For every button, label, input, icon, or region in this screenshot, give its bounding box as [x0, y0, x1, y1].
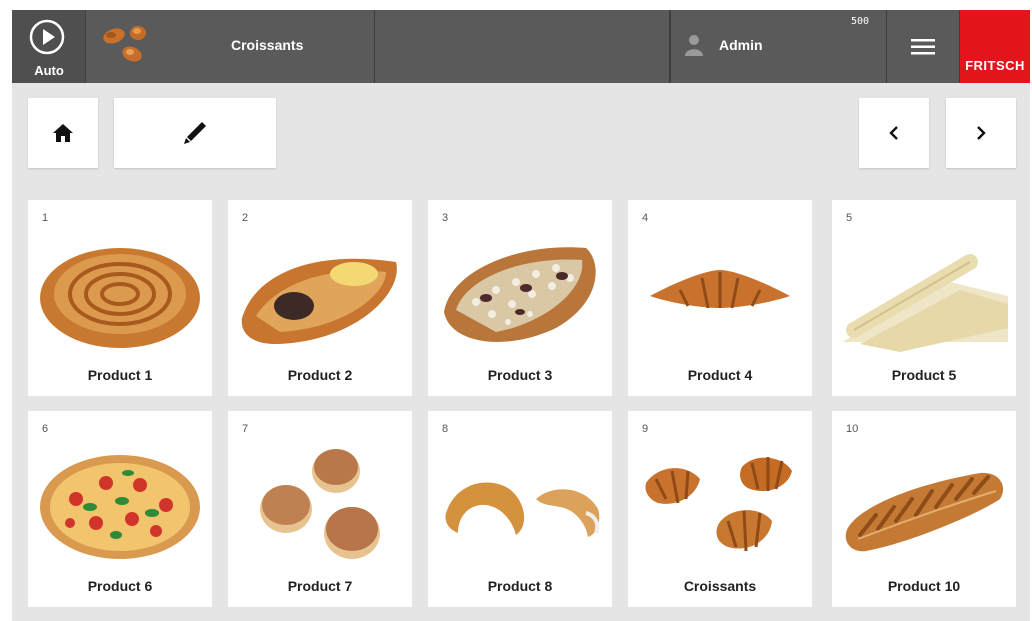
- play-circle-icon: [29, 19, 65, 55]
- top-bar: Auto Croissants Admin 500 FRITSCH: [12, 10, 1030, 83]
- nut-topped-pastry-image: [444, 247, 596, 342]
- cinnamon-swirl-pastry-image: [40, 248, 200, 348]
- product-tile-3[interactable]: 3 Product 3: [428, 200, 612, 396]
- brand-logo: FRITSCH: [960, 10, 1030, 83]
- product-number: 9: [642, 423, 649, 435]
- croissant-icon: [103, 26, 146, 62]
- product-name: Product 2: [287, 367, 353, 383]
- auto-mode-button[interactable]: Auto: [12, 10, 86, 83]
- counter-value: 500: [851, 16, 870, 27]
- pizza-image: [40, 455, 200, 559]
- home-icon: [53, 124, 73, 142]
- product-number: 8: [442, 423, 449, 435]
- chevron-left-icon: [889, 126, 898, 140]
- product-tile-4[interactable]: 4 Product 4: [628, 200, 812, 396]
- product-number: 10: [846, 423, 859, 435]
- user-account-button[interactable]: Admin 500: [670, 10, 887, 83]
- product-number: 4: [642, 212, 649, 224]
- product-name: Product 10: [887, 578, 961, 594]
- product-name: Product 8: [487, 578, 553, 594]
- previous-page-button[interactable]: [859, 98, 929, 168]
- product-tile-5[interactable]: 5 Product 5: [832, 200, 1016, 396]
- home-button[interactable]: [28, 98, 98, 168]
- pencil-icon: [184, 122, 206, 144]
- current-product-selector[interactable]: Croissants: [86, 10, 375, 83]
- croissant-image: [650, 270, 790, 309]
- main-menu-button[interactable]: [887, 10, 960, 83]
- product-number: 5: [846, 212, 853, 224]
- product-tile-7[interactable]: 7 Product 7: [228, 411, 412, 607]
- braided-strudel-image: [845, 472, 1004, 552]
- product-tile-8[interactable]: 8 Product 8: [428, 411, 612, 607]
- product-tile-9[interactable]: 9 Croissants: [628, 411, 812, 607]
- brand-name: FRITSCH: [965, 58, 1025, 73]
- product-name: Product 5: [891, 367, 957, 383]
- product-number: 7: [242, 423, 249, 435]
- product-name: Product 3: [487, 367, 553, 383]
- dough-sheet-rolls-image: [842, 254, 1008, 352]
- next-page-button[interactable]: [946, 98, 1016, 168]
- user-name: Admin: [719, 37, 763, 53]
- product-tile-6[interactable]: 6 Product 6: [28, 411, 212, 607]
- chevron-right-icon: [977, 126, 986, 140]
- product-name: Croissants: [683, 578, 757, 594]
- product-name: Product 7: [287, 578, 353, 594]
- doughnuts-image: [260, 449, 380, 559]
- filled-danish-pastry-image: [241, 258, 397, 344]
- product-name: Product 4: [687, 367, 753, 383]
- croissants-image: [645, 457, 792, 552]
- product-name: Product 6: [87, 578, 153, 594]
- product-name: Product 1: [87, 367, 153, 383]
- product-number: 1: [42, 212, 49, 224]
- product-tile-2[interactable]: 2 Product 2: [228, 200, 412, 396]
- topbar-spacer: [375, 10, 670, 83]
- hamburger-menu-icon: [911, 39, 935, 55]
- product-number: 2: [242, 212, 249, 224]
- current-product-title: Croissants: [231, 37, 304, 53]
- crescent-rolls-image: [445, 482, 600, 537]
- app-window: Auto Croissants Admin 500 FRITSCH 1 Prod…: [12, 10, 1030, 621]
- product-tile-10[interactable]: 10 Product 10: [832, 411, 1016, 607]
- user-icon: [685, 35, 703, 56]
- auto-mode-label: Auto: [34, 63, 64, 78]
- product-tile-1[interactable]: 1 Product 1: [28, 200, 212, 396]
- edit-button[interactable]: [114, 98, 276, 168]
- product-number: 3: [442, 212, 449, 224]
- product-number: 6: [42, 423, 49, 435]
